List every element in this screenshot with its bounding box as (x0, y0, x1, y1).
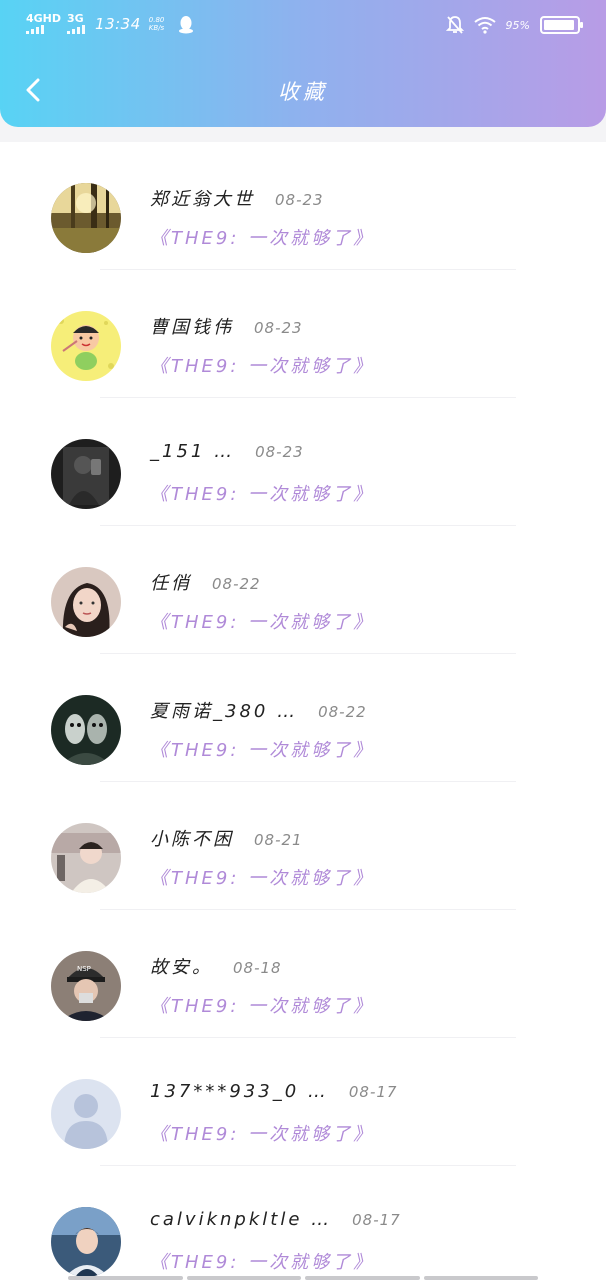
favorite-item[interactable]: 郑近翁大世 08-23 《THE9: 一次就够了》 (0, 142, 606, 270)
song-title[interactable]: 《THE9: 一次就够了》 (150, 992, 374, 1018)
user-name: 曹国钱伟 (150, 317, 234, 338)
avatar-image (51, 183, 121, 253)
avatar[interactable]: NSP (51, 951, 121, 1021)
favorite-item[interactable]: 任俏 08-22 《THE9: 一次就够了》 (0, 526, 606, 654)
song-title[interactable]: 《THE9: 一次就够了》 (150, 480, 374, 506)
song-title[interactable]: 《THE9: 一次就够了》 (150, 736, 374, 762)
favorite-date: 08-17 (348, 1083, 398, 1101)
user-name: calviknpkltle … (150, 1209, 333, 1230)
avatar-image (51, 823, 121, 893)
qq-penguin-icon (179, 15, 194, 33)
top-header: 4GHD 3G 13:34 0.80 KB/s 95% 收藏 (0, 0, 606, 127)
name-row: 夏雨诺_380 … 08-22 (150, 697, 367, 723)
favorite-date: 08-22 (318, 703, 367, 721)
user-name: 故安。 (150, 957, 213, 978)
network-type-2: 3G (67, 12, 84, 25)
avatar[interactable] (51, 311, 121, 381)
avatar-image (51, 567, 121, 637)
avatar-image: NSP (51, 951, 121, 1021)
song-title[interactable]: 《THE9: 一次就够了》 (150, 352, 374, 378)
avatar[interactable] (51, 1207, 121, 1277)
song-title[interactable]: 《THE9: 一次就够了》 (150, 1120, 374, 1146)
favorite-date: 08-17 (352, 1211, 401, 1229)
name-row: 郑近翁大世 08-23 (150, 185, 324, 211)
favorites-list: 郑近翁大世 08-23 《THE9: 一次就够了》 曹国钱伟 08-23 《THE9: 一… (0, 142, 606, 1280)
favorite-date: 08-23 (255, 443, 304, 461)
avatar-image (51, 439, 121, 509)
favorite-item[interactable]: _151 … 08-23 《THE9: 一次就够了》 (0, 398, 606, 526)
avatar[interactable] (51, 439, 121, 509)
clock: 13:34 (95, 14, 141, 33)
name-row: 曹国钱伟 08-23 (150, 313, 303, 339)
favorite-item[interactable]: calviknpkltle … 08-17 《THE9: 一次就够了》 (0, 1166, 606, 1280)
network-type-1: 4GHD (26, 12, 62, 25)
avatar[interactable] (51, 1079, 121, 1149)
favorite-item[interactable]: 夏雨诺_380 … 08-22 《THE9: 一次就够了》 (0, 654, 606, 782)
speed-value: 0.80 (148, 15, 165, 24)
song-title[interactable]: 《THE9: 一次就够了》 (150, 608, 374, 634)
name-row: 故安。 08-18 (150, 953, 282, 979)
battery-icon (540, 16, 583, 34)
favorite-item[interactable]: 137***933_0 … 08-17 《THE9: 一次就够了》 (0, 1038, 606, 1166)
favorite-item[interactable]: 曹国钱伟 08-23 《THE9: 一次就够了》 (0, 270, 606, 398)
battery-level (544, 20, 575, 30)
favorite-date: 08-18 (233, 959, 282, 977)
favorite-date: 08-23 (275, 191, 324, 209)
avatar-image (51, 1207, 121, 1277)
network-speed: 0.80 KB/s (149, 16, 165, 32)
name-row: 137***933_0 … 08-17 (150, 1081, 397, 1102)
signal-3g: 3G (67, 12, 86, 34)
notifications-off-icon (445, 16, 464, 34)
user-name: 任俏 (150, 573, 192, 594)
favorite-date: 08-23 (254, 319, 303, 337)
battery-percent: 95% (505, 18, 530, 32)
name-row: calviknpkltle … 08-17 (150, 1209, 401, 1230)
avatar-image (51, 1079, 121, 1149)
name-row: 任俏 08-22 (150, 569, 261, 595)
user-name: 夏雨诺_380 … (150, 701, 299, 722)
favorite-item[interactable]: NSP 故安。 08-18 《THE9: 一次就够了》 (0, 910, 606, 1038)
avatar[interactable] (51, 695, 121, 765)
speed-unit: KB/s (148, 23, 165, 32)
signal-bars-icon (67, 25, 86, 34)
user-name: 郑近翁大世 (150, 189, 255, 210)
favorite-date: 08-21 (254, 831, 303, 849)
favorite-date: 08-22 (212, 575, 261, 593)
signal-4g: 4GHD (26, 13, 61, 34)
svg-text:NSP: NSP (77, 965, 91, 973)
avatar[interactable] (51, 183, 121, 253)
status-bar: 4GHD 3G 13:34 0.80 KB/s 95% (0, 0, 606, 54)
wifi-icon (473, 17, 496, 34)
avatar-image (51, 311, 121, 381)
avatar-image (51, 695, 121, 765)
song-title[interactable]: 《THE9: 一次就够了》 (150, 224, 374, 250)
page-title: 收藏 (278, 80, 328, 104)
name-row: 小陈不困 08-21 (150, 825, 303, 851)
user-name: 小陈不困 (150, 829, 234, 850)
song-title[interactable]: 《THE9: 一次就够了》 (150, 1248, 374, 1274)
signal-bars-icon (26, 25, 44, 34)
avatar[interactable] (51, 823, 121, 893)
home-indicator (68, 1276, 538, 1280)
avatar[interactable] (51, 567, 121, 637)
name-row: _151 … 08-23 (150, 441, 304, 462)
user-name: _151 … (150, 441, 236, 462)
user-name: 137***933_0 … (150, 1081, 329, 1102)
song-title[interactable]: 《THE9: 一次就够了》 (150, 864, 374, 890)
favorite-item[interactable]: 小陈不困 08-21 《THE9: 一次就够了》 (0, 782, 606, 910)
